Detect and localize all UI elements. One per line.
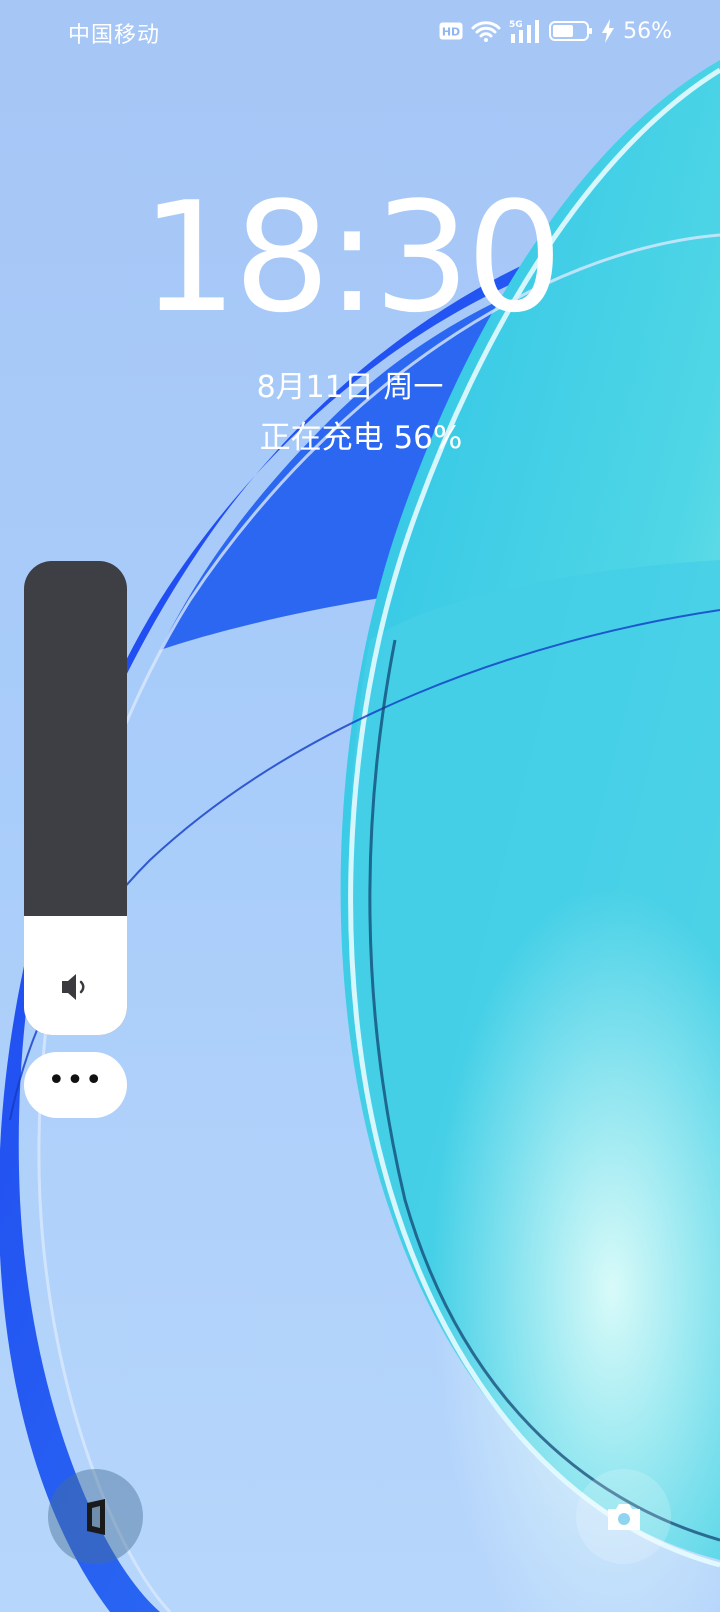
wifi-icon bbox=[471, 21, 501, 42]
volume-more-button[interactable]: ••• bbox=[24, 1052, 127, 1118]
lock-screen: 中国移动 HD 5G 56% 18:30 8月11日 周一 正在充电 56% •… bbox=[0, 0, 720, 1612]
status-icons: HD 5G 56% bbox=[439, 16, 672, 46]
svg-text:HD: HD bbox=[442, 26, 460, 39]
camera-icon bbox=[607, 1503, 640, 1530]
camera-button[interactable] bbox=[576, 1469, 671, 1564]
app-shortcut-button[interactable] bbox=[48, 1469, 143, 1564]
lockscreen-clock: 18:30 bbox=[140, 169, 563, 346]
status-bar: 中国移动 HD 5G 56% bbox=[0, 0, 720, 64]
app-shortcut-icon bbox=[86, 1498, 105, 1535]
hd-icon: HD bbox=[439, 22, 463, 40]
speaker-icon[interactable] bbox=[58, 969, 94, 1005]
svg-text:5G: 5G bbox=[509, 20, 523, 30]
charging-bolt-icon bbox=[602, 19, 615, 43]
volume-slider[interactable] bbox=[24, 561, 127, 1035]
battery-percentage: 56% bbox=[623, 18, 672, 44]
battery-icon bbox=[549, 21, 593, 41]
signal-5g-icon: 5G bbox=[509, 20, 540, 43]
charging-status: 正在充电 56% bbox=[259, 420, 463, 456]
more-dots-icon: ••• bbox=[47, 1063, 104, 1098]
lockscreen-date: 8月11日 周一 bbox=[256, 370, 444, 405]
carrier-name: 中国移动 bbox=[68, 23, 161, 48]
